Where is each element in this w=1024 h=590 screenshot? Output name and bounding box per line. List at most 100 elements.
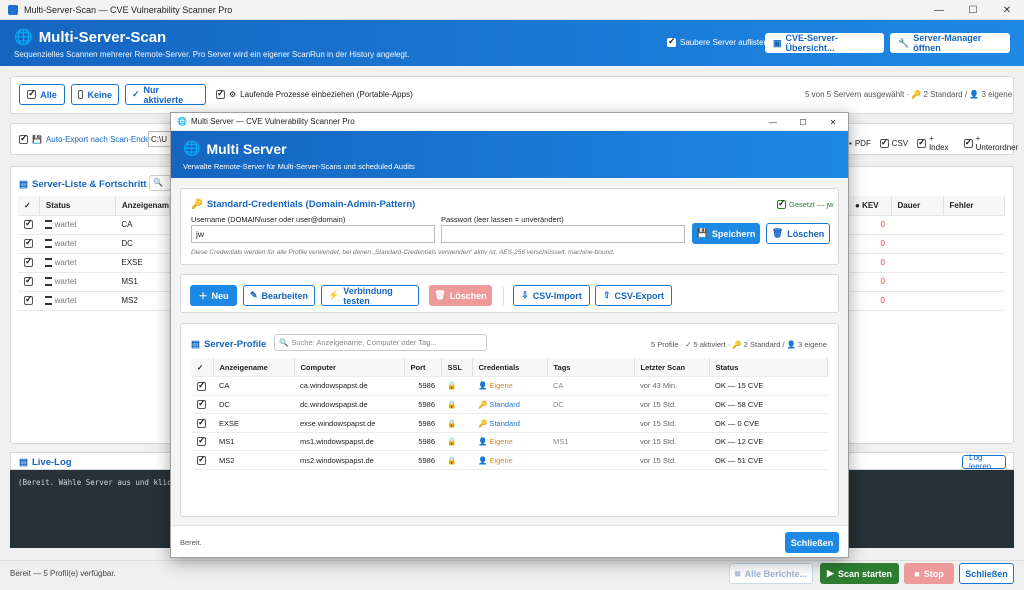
include-processes-toggle[interactable]: ⚙ Laufende Prozesse einbeziehen (Portabl…	[216, 88, 413, 99]
page-title: Multi-Server-Scan	[38, 28, 167, 46]
table-row[interactable]: 0	[849, 215, 1005, 235]
table-row[interactable]: wartetCA	[18, 215, 170, 235]
globe-icon: 🌐	[177, 117, 187, 126]
csv-label: CSV	[891, 138, 909, 148]
close-button[interactable]: Schließen	[959, 563, 1014, 584]
row-checkbox[interactable]	[197, 398, 206, 410]
col-display-name[interactable]: Anzeigename	[213, 358, 295, 378]
log-icon: ▤	[19, 457, 28, 468]
save-credentials-button[interactable]: 💾 Speichern	[692, 223, 760, 244]
col-duration[interactable]: Dauer	[891, 196, 944, 216]
index-checkbox[interactable]	[917, 137, 926, 148]
table-row[interactable]: wartetEXSE	[18, 253, 170, 273]
key-icon: 🔑	[478, 399, 488, 409]
col-errors[interactable]: Fehler	[943, 196, 1005, 216]
table-row[interactable]: DC dc.windowspapst.de 5986 🔒 🔑 Standard …	[191, 395, 828, 415]
dialog-close-button[interactable]: Schließen	[785, 532, 839, 553]
maximize-icon[interactable]: ☐	[788, 113, 818, 131]
page-subtitle: Sequenzielles Scannen mehrerer Remote-Se…	[14, 50, 410, 59]
pdf-label: PDF	[854, 138, 871, 148]
new-profile-button[interactable]: ＋ Neu	[190, 285, 237, 306]
close-icon[interactable]: ✕	[818, 113, 848, 131]
username-input[interactable]: jw	[191, 225, 435, 243]
table-row[interactable]: 0	[849, 291, 1005, 311]
trash-icon: 🗑	[434, 290, 446, 300]
wrench-icon: 🔧	[898, 37, 910, 48]
row-checkbox[interactable]	[197, 417, 206, 428]
table-row[interactable]: 0	[849, 253, 1005, 273]
table-row[interactable]: 0	[849, 234, 1005, 254]
row-checkbox[interactable]	[24, 275, 33, 287]
row-checkbox[interactable]	[197, 454, 206, 466]
include-processes-checkbox[interactable]	[216, 88, 225, 99]
window-titlebar: Multi-Server-Scan — CVE Vulnerability Sc…	[0, 0, 1024, 20]
dialog-title: Multi Server	[206, 140, 287, 157]
live-log-title: Live-Log	[31, 457, 72, 468]
table-row[interactable]: CA ca.windowspapst.de 5986 🔒 👤 Eigene CA…	[191, 376, 828, 396]
cve-overview-button[interactable]: ▣ CVE-Server-Übersicht...	[765, 33, 884, 53]
select-active-button[interactable]: ✓ Nur aktivierte	[125, 84, 206, 105]
col-tags[interactable]: Tags	[547, 358, 635, 378]
key-icon: 🔑	[191, 199, 203, 210]
row-checkbox[interactable]	[197, 380, 206, 391]
profile-search-input[interactable]: 🔍 Suche: Anzeigename, Computer oder Tag..…	[274, 334, 487, 351]
search-icon: 🔍	[279, 338, 289, 347]
col-status[interactable]: Status	[709, 358, 828, 378]
col-last-scan[interactable]: Letzter Scan	[634, 358, 710, 378]
row-checkbox[interactable]	[24, 256, 33, 268]
table-row[interactable]: 0	[849, 272, 1005, 292]
clean-servers-toggle[interactable]: Saubere Server auflisten	[667, 36, 768, 47]
row-checkbox[interactable]	[197, 435, 206, 447]
row-checkbox[interactable]	[24, 218, 33, 230]
server-search-input[interactable]: 🔍	[149, 175, 171, 191]
csv-checkbox[interactable]	[879, 137, 889, 148]
table-row[interactable]: wartetDC	[18, 234, 170, 254]
window-icon: ▣	[773, 37, 782, 48]
delete-credentials-button[interactable]: 🗑 Löschen	[766, 223, 830, 244]
clear-log-button[interactable]: Log leeren	[962, 453, 1006, 471]
all-reports-button[interactable]: ⧈ Alle Berichte...	[729, 563, 813, 584]
row-checkbox[interactable]	[24, 294, 33, 306]
toolbar-divider	[503, 287, 504, 305]
col-port[interactable]: Port	[404, 358, 442, 378]
select-none-button[interactable]: Keine	[71, 84, 119, 105]
auto-export-checkbox[interactable]	[19, 133, 28, 144]
col-kev[interactable]: ● KEV	[849, 196, 892, 216]
import-icon: ⇩	[521, 290, 529, 300]
delete-profile-button[interactable]: 🗑 Löschen	[429, 285, 492, 306]
table-row[interactable]: MS1 ms1.windowspapst.de 5986 🔒 👤 Eigene …	[191, 432, 828, 452]
subfolder-checkbox[interactable]	[963, 137, 973, 148]
close-icon[interactable]: ✕	[990, 0, 1024, 20]
table-row[interactable]: EXSE exse.windowspapst.de 5986 🔒 🔑 Stand…	[191, 413, 828, 433]
list-icon: ▤	[191, 339, 200, 350]
gear-icon: ⚙	[229, 90, 237, 99]
start-scan-button[interactable]: ▶ Scan starten	[820, 563, 899, 584]
password-input[interactable]	[441, 225, 685, 243]
table-row[interactable]: MS2 ms2.windowspapst.de 5986 🔒 👤 Eigene …	[191, 450, 828, 471]
col-name[interactable]: Anzeigenam	[115, 196, 171, 216]
col-check[interactable]: ✓	[191, 358, 214, 378]
col-ssl[interactable]: SSL	[441, 358, 473, 378]
row-checkbox[interactable]	[24, 237, 33, 249]
trash-icon: 🗑	[771, 228, 784, 238]
minimize-icon[interactable]: —	[758, 113, 788, 131]
maximize-icon[interactable]: ☐	[956, 0, 990, 20]
export-path-input[interactable]: C:\U	[148, 131, 172, 147]
clean-servers-checkbox[interactable]	[667, 36, 676, 47]
col-credentials[interactable]: Credentials	[472, 358, 548, 378]
stop-button[interactable]: ■ Stop	[904, 563, 954, 584]
auto-export-toggle[interactable]: 💾 Auto-Export nach Scan-Ende	[19, 133, 150, 144]
minimize-icon[interactable]: —	[922, 0, 956, 20]
table-row[interactable]: wartetMS2	[18, 291, 170, 311]
globe-icon: 🌐	[183, 140, 201, 156]
csv-export-button[interactable]: ⇧ CSV-Export	[595, 285, 672, 306]
server-manager-button[interactable]: 🔧 Server-Manager öffnen	[890, 33, 1010, 53]
table-row[interactable]: wartetMS1	[18, 272, 170, 292]
select-all-button[interactable]: Alle	[19, 84, 65, 105]
selection-summary: 5 von 5 Servern ausgewählt · 🔑 2 Standar…	[805, 90, 1013, 99]
edit-profile-button[interactable]: ✎ Bearbeiten	[243, 285, 315, 306]
col-computer[interactable]: Computer	[294, 358, 405, 378]
test-connection-button[interactable]: ⚡ Verbindung testen	[321, 285, 419, 306]
csv-import-button[interactable]: ⇩ CSV-Import	[513, 285, 590, 306]
dialog-window-title: Multi Server — CVE Vulnerability Scanner…	[190, 117, 355, 126]
